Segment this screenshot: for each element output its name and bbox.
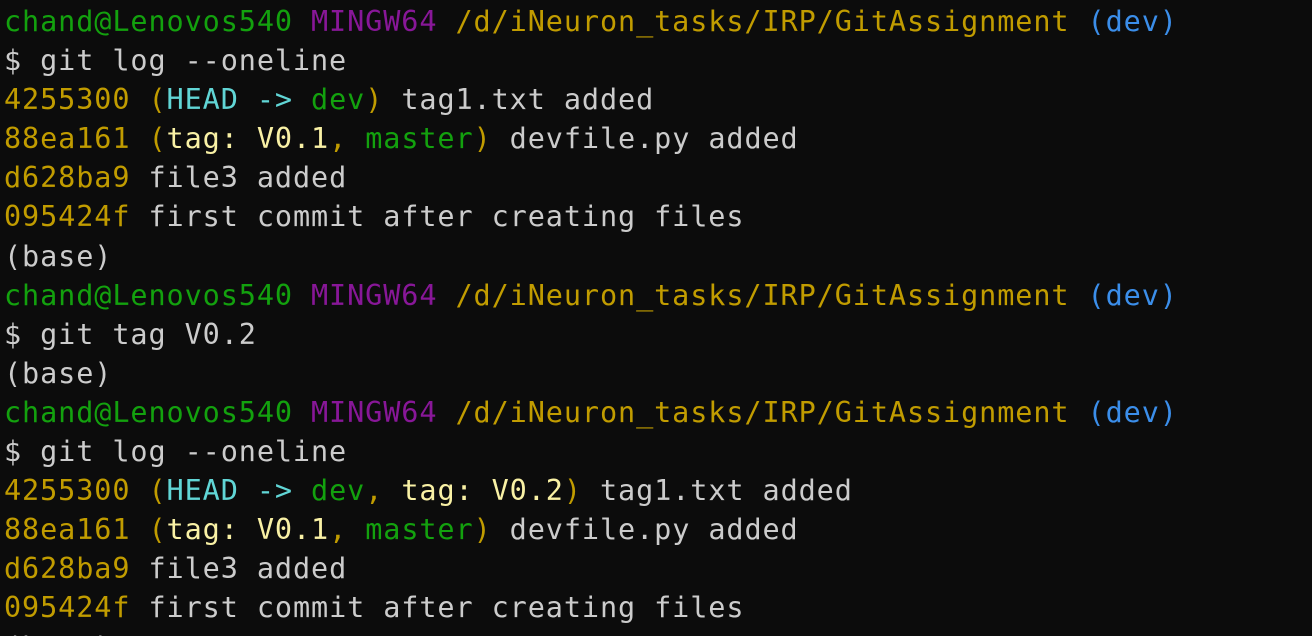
terminal-text-segment: ) <box>473 122 492 156</box>
terminal-line: 4255300 (HEAD -> dev, tag: V0.2) tag1.tx… <box>4 471 1178 510</box>
terminal-text-segment: file3 added <box>130 552 348 586</box>
terminal-text-segment: d628ba9 <box>4 161 131 195</box>
terminal-line: 88ea161 (tag: V0.1, master) devfile.py a… <box>4 510 1178 549</box>
terminal-text-segment: chand@Lenovos540 <box>4 5 293 38</box>
terminal-line: 095424f first commit after creating file… <box>4 197 1178 236</box>
terminal-text-segment: ( <box>148 83 167 117</box>
terminal-text-segment: (base) <box>4 239 113 273</box>
terminal-text-segment: $ git log --oneline <box>4 44 348 78</box>
terminal-text-segment: 88ea161 <box>4 122 131 156</box>
terminal-line: 095424f first commit after creating file… <box>4 588 1178 627</box>
terminal-text-segment: tag: V0.2 <box>401 474 564 508</box>
terminal-text-segment: 095424f <box>4 200 131 234</box>
terminal-text-segment: (dev) <box>1087 395 1178 429</box>
terminal-text-segment: /d/iNeuron_tasks/IRP/GitAssignment <box>455 278 1070 312</box>
terminal-line: chand@Lenovos540 MINGW64 /d/iNeuron_task… <box>4 276 1178 315</box>
terminal-text-segment: 88ea161 <box>4 513 131 547</box>
terminal-text-segment: ) <box>365 83 384 117</box>
terminal-text-segment: /d/iNeuron_tasks/IRP/GitAssignment <box>455 395 1070 429</box>
terminal-text-segment: 4255300 <box>4 474 131 508</box>
terminal-text-segment: HEAD -> <box>166 83 312 117</box>
terminal-line: (base) <box>4 237 1178 276</box>
terminal-text-segment: (base) <box>4 631 112 636</box>
terminal-text-segment: 4255300 <box>4 83 131 117</box>
terminal-text-segment: ( <box>148 122 167 156</box>
terminal-text-segment: chand@Lenovos540 <box>4 395 293 429</box>
terminal-text-segment: , <box>329 513 366 547</box>
terminal-text-segment: ) <box>563 474 582 508</box>
terminal-line: 4255300 (HEAD -> dev) tag1.txt added <box>4 80 1178 119</box>
terminal-text-segment: , <box>365 474 402 508</box>
terminal-text-segment: (dev) <box>1087 278 1178 312</box>
terminal-text-segment: MINGW64 <box>311 278 438 312</box>
terminal-text-segment: $ git tag V0.2 <box>4 317 257 351</box>
terminal-line: chand@Lenovos540 MINGW64 /d/iNeuron_task… <box>4 2 1178 41</box>
terminal-line: d628ba9 file3 added <box>4 549 1178 588</box>
terminal-text-segment: tag: V0.1 <box>166 513 330 547</box>
terminal-text-segment: /d/iNeuron_tasks/IRP/GitAssignment <box>455 5 1070 38</box>
terminal-text-segment: devfile.py added <box>491 513 799 547</box>
terminal-text-segment: master <box>365 122 474 156</box>
terminal-text-segment: tag1.txt added <box>383 83 655 117</box>
terminal-text-segment: ) <box>473 513 492 547</box>
terminal-text-segment: 095424f <box>4 591 131 625</box>
terminal-text-segment: first commit after creating files <box>130 200 745 234</box>
terminal-line: 88ea161 (tag: V0.1, master) devfile.py a… <box>4 119 1178 158</box>
terminal-line: $ git tag V0.2 <box>4 315 1178 354</box>
terminal-text-segment: tag1.txt added <box>581 474 853 508</box>
terminal-text-segment: tag: V0.1 <box>166 122 330 156</box>
terminal-line: $ git log --oneline <box>4 41 1178 80</box>
terminal-text-segment: $ git log --oneline <box>4 435 348 469</box>
terminal-text-segment: dev <box>311 83 366 117</box>
terminal-output: chand@Lenovos540 MINGW64 /d/iNeuron_task… <box>4 2 1178 636</box>
terminal-text-segment: first commit after creating files <box>130 591 745 625</box>
terminal-text-segment: file3 added <box>130 161 348 195</box>
terminal-text-segment: ( <box>148 513 167 547</box>
terminal-text-segment: chand@Lenovos540 <box>4 278 293 312</box>
terminal-line: $ git log --oneline <box>4 432 1178 471</box>
terminal-text-segment: master <box>365 513 474 547</box>
terminal-text-segment: d628ba9 <box>4 552 131 586</box>
terminal-line: d628ba9 file3 added <box>4 158 1178 197</box>
terminal-line: chand@Lenovos540 MINGW64 /d/iNeuron_task… <box>4 393 1178 432</box>
terminal-text-segment: (base) <box>4 356 113 390</box>
terminal-text-segment: MINGW64 <box>311 5 438 38</box>
terminal-text-segment: MINGW64 <box>311 395 438 429</box>
terminal-line: (base) <box>4 354 1178 393</box>
terminal-text-segment: ( <box>148 474 167 508</box>
terminal-text-segment: (dev) <box>1087 5 1178 38</box>
terminal-line: (base) <box>4 628 1178 636</box>
terminal-text-segment: , <box>329 122 366 156</box>
terminal-text-segment: devfile.py added <box>491 122 799 156</box>
terminal-text-segment: dev <box>311 474 366 508</box>
terminal-text-segment: HEAD -> <box>166 474 312 508</box>
terminal-window[interactable]: chand@Lenovos540 MINGW64 /d/iNeuron_task… <box>0 0 1312 636</box>
